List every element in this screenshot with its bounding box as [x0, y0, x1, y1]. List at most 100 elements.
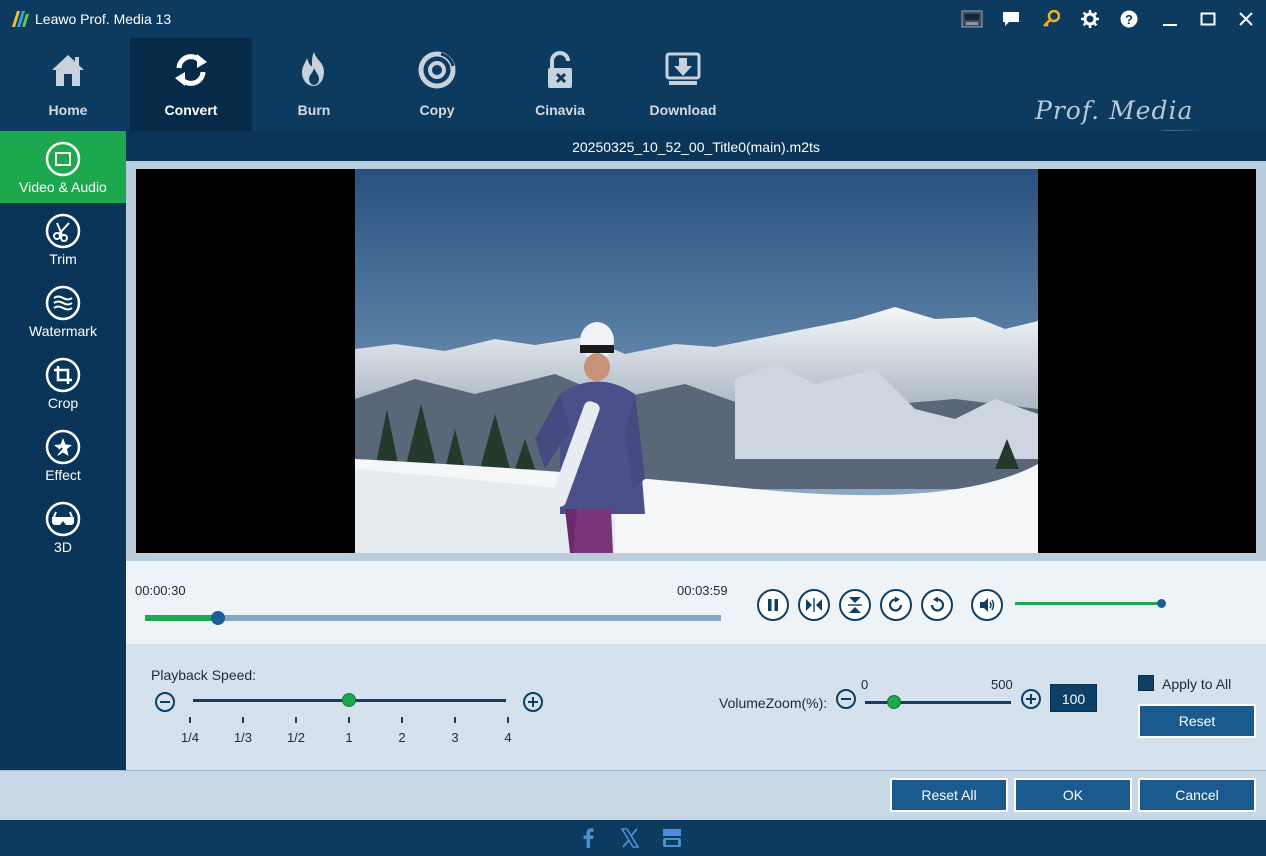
sidebar-item-watermark[interactable]: Watermark	[0, 275, 126, 347]
apply-to-all-checkbox[interactable]	[1138, 675, 1154, 691]
register-key-icon[interactable]	[1039, 8, 1063, 30]
speed-tick-label: 1/3	[233, 730, 253, 745]
seek-handle[interactable]	[210, 611, 225, 625]
flip-vertical-button[interactable]	[839, 589, 871, 621]
download-icon	[665, 52, 701, 85]
volume-handle[interactable]	[1157, 599, 1166, 608]
main-toolbar: Home Convert Burn Copy Cinavia Download …	[0, 38, 1266, 139]
speed-tick	[454, 717, 456, 723]
sidebar-item-crop[interactable]: Crop	[0, 347, 126, 419]
sidebar-item-video-audio[interactable]: Video & Audio	[0, 131, 126, 203]
file-name: 20250325_10_52_00_Title0(main).m2ts	[572, 139, 820, 155]
tab-download-label: Download	[649, 102, 717, 118]
settings-gear-icon[interactable]	[1078, 8, 1102, 30]
speed-tick-label: 3	[451, 730, 459, 745]
copy-icon	[418, 51, 456, 89]
speed-tick-label: 4	[504, 730, 512, 745]
volume-zoom-max-label: 500	[991, 677, 1013, 692]
editor-panel: 20250325_10_52_00_Title0(main).m2ts 00:0…	[126, 131, 1266, 770]
tab-cinavia[interactable]: Cinavia	[499, 38, 621, 131]
total-time: 00:03:59	[677, 583, 728, 598]
3d-glasses-icon	[45, 501, 81, 537]
volume-zoom-handle[interactable]	[887, 695, 902, 709]
tab-download[interactable]: Download	[622, 38, 744, 131]
speed-tick	[348, 717, 350, 723]
sidebar-label-video-audio: Video & Audio	[19, 179, 107, 195]
speed-increase-button[interactable]	[523, 692, 543, 712]
sidebar-label-trim: Trim	[49, 251, 77, 267]
minimize-icon[interactable]	[1158, 8, 1182, 30]
sidebar-label-3d: 3D	[54, 539, 72, 555]
effect-icon	[45, 429, 81, 465]
volume-zoom-label: VolumeZoom(%):	[719, 695, 828, 711]
help-icon[interactable]: ?	[1117, 8, 1141, 30]
volume-zoom-decrease-button[interactable]	[836, 689, 856, 709]
mute-button[interactable]	[971, 589, 1003, 621]
video-audio-icon	[45, 141, 81, 177]
convert-icon	[175, 54, 207, 86]
tab-burn-label: Burn	[297, 102, 331, 118]
speed-tick-label: 2	[398, 730, 406, 745]
brand-logo-text: Prof. Media	[1035, 96, 1194, 125]
ok-button[interactable]: OK	[1014, 778, 1132, 812]
speed-tick	[242, 717, 244, 723]
sidebar-item-trim[interactable]: Trim	[0, 203, 126, 275]
feedback-icon[interactable]	[999, 8, 1023, 30]
rotate-counterclockwise-button[interactable]	[921, 589, 953, 621]
facebook-icon[interactable]	[582, 828, 594, 848]
speed-tick	[295, 717, 297, 723]
social-bar	[0, 820, 1266, 856]
flip-horizontal-button[interactable]	[798, 589, 830, 621]
seek-bar[interactable]	[145, 615, 721, 621]
dialog-action-bar: Reset All OK Cancel	[0, 770, 1266, 820]
sidebar-item-3d[interactable]: 3D	[0, 491, 126, 563]
tab-burn[interactable]: Burn	[253, 38, 375, 131]
maximize-icon[interactable]	[1196, 8, 1220, 30]
svg-text:?: ?	[1125, 12, 1133, 27]
playback-speed-label: Playback Speed:	[151, 667, 257, 683]
pause-icon	[768, 599, 778, 611]
speed-tick-label: 1	[345, 730, 353, 745]
video-frame-image	[355, 169, 1038, 553]
playback-speed-handle[interactable]	[342, 693, 356, 707]
pause-button[interactable]	[757, 589, 789, 621]
playback-controls: 00:00:30 00:03:59	[126, 561, 1266, 644]
seek-bar-progress	[145, 615, 218, 621]
reset-button[interactable]: Reset	[1138, 704, 1256, 738]
tab-convert[interactable]: Convert	[130, 38, 252, 131]
cinavia-icon	[548, 51, 572, 88]
x-twitter-icon[interactable]	[620, 828, 640, 848]
speed-tick	[189, 717, 191, 723]
tab-home-label: Home	[48, 102, 88, 118]
speed-decrease-button[interactable]	[155, 692, 175, 712]
volume-zoom-increase-button[interactable]	[1021, 689, 1041, 709]
tab-copy[interactable]: Copy	[376, 38, 498, 131]
preview-frame	[126, 161, 1266, 561]
close-icon[interactable]	[1234, 8, 1258, 30]
tab-home[interactable]: Home	[7, 38, 129, 131]
sidebar-label-effect: Effect	[45, 467, 81, 483]
rotate-counterclockwise-icon	[930, 596, 945, 612]
speaker-icon	[980, 598, 995, 612]
volume-zoom-input[interactable]: 100	[1050, 684, 1097, 712]
app-title: Leawo Prof. Media 13	[35, 11, 172, 27]
gpu-badge-icon[interactable]	[960, 8, 984, 30]
cancel-button[interactable]: Cancel	[1138, 778, 1256, 812]
apply-to-all-label: Apply to All	[1162, 676, 1232, 692]
title-bar: Leawo Prof. Media 13 ?	[0, 0, 1266, 38]
audio-video-settings: Playback Speed: 1/4 1/3 1/2 1 2 3 4 VolumeZoom…	[126, 644, 1266, 770]
sidebar-item-effect[interactable]: Effect	[0, 419, 126, 491]
trim-icon	[45, 213, 81, 249]
reset-all-button[interactable]: Reset All	[890, 778, 1008, 812]
tab-copy-label: Copy	[419, 102, 455, 118]
youtube-icon[interactable]	[662, 828, 682, 848]
file-title-bar: 20250325_10_52_00_Title0(main).m2ts	[126, 131, 1266, 161]
rotate-clockwise-button[interactable]	[880, 589, 912, 621]
burn-icon	[302, 52, 324, 86]
flip-horizontal-icon	[806, 598, 822, 612]
edit-sidebar: Video & Audio Trim Watermark Crop Effect…	[0, 131, 126, 770]
tab-cinavia-label: Cinavia	[535, 102, 585, 118]
volume-slider[interactable]	[1015, 602, 1161, 605]
sidebar-label-watermark: Watermark	[29, 323, 97, 339]
video-preview[interactable]	[136, 169, 1256, 553]
